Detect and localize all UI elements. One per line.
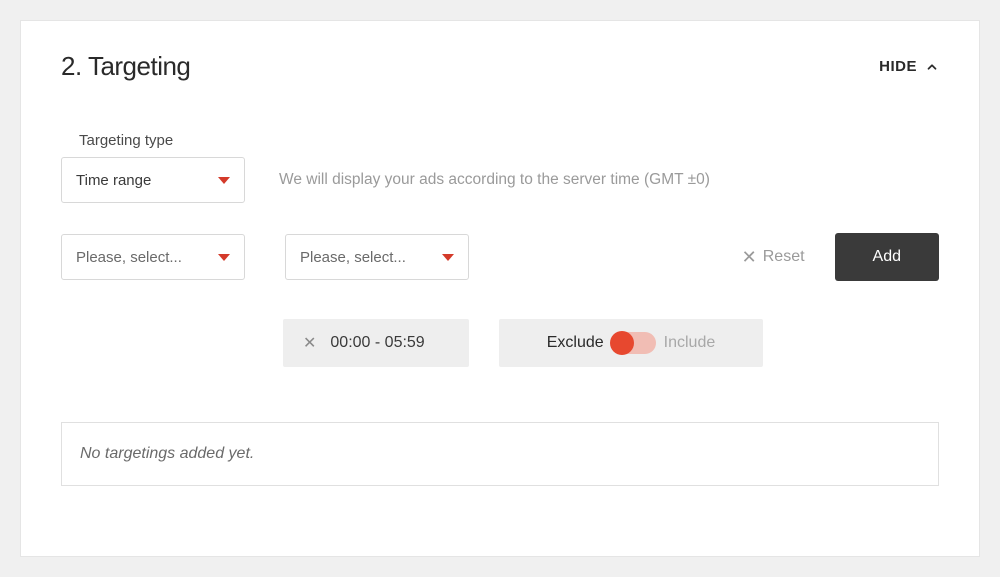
hide-button[interactable]: HIDE	[879, 58, 939, 75]
targeting-type-label: Targeting type	[61, 132, 939, 149]
targeting-type-value: Time range	[76, 172, 151, 189]
caret-down-icon	[442, 254, 454, 261]
exclude-include-toggle: Exclude Include	[499, 319, 763, 367]
time-select-row: Please, select... Please, select... ✕ Re…	[61, 233, 939, 281]
reset-button[interactable]: ✕ Reset	[742, 248, 805, 266]
targeting-type-row: Time range We will display your ads acco…	[61, 157, 939, 203]
section-title: 2. Targeting	[61, 51, 190, 82]
add-button[interactable]: Add	[835, 233, 939, 281]
chevron-up-icon	[925, 60, 939, 74]
include-label: Include	[664, 334, 716, 352]
reset-label: Reset	[763, 248, 805, 266]
toggle-switch[interactable]	[612, 332, 656, 354]
card-header: 2. Targeting HIDE	[61, 51, 939, 82]
remove-chip-icon[interactable]: ✕	[303, 333, 316, 353]
targeting-type-select[interactable]: Time range	[61, 157, 245, 203]
to-time-select[interactable]: Please, select...	[285, 234, 469, 280]
hide-label: HIDE	[879, 58, 917, 75]
to-time-placeholder: Please, select...	[300, 249, 406, 266]
from-time-select[interactable]: Please, select...	[61, 234, 245, 280]
empty-state: No targetings added yet.	[61, 422, 939, 486]
time-range-chip: ✕ 00:00 - 05:59	[283, 319, 469, 367]
selects-group: Please, select... Please, select...	[61, 234, 469, 280]
toggle-knob	[610, 331, 634, 355]
exclude-label: Exclude	[547, 334, 604, 352]
close-icon: ✕	[742, 248, 757, 266]
time-range-value: 00:00 - 05:59	[330, 334, 424, 352]
from-time-placeholder: Please, select...	[76, 249, 182, 266]
caret-down-icon	[218, 254, 230, 261]
caret-down-icon	[218, 177, 230, 184]
chips-row: ✕ 00:00 - 05:59 Exclude Include	[283, 319, 939, 367]
right-actions: ✕ Reset Add	[742, 233, 939, 281]
targeting-type-hint: We will display your ads according to th…	[279, 171, 710, 189]
targeting-card: 2. Targeting HIDE Targeting type Time ra…	[20, 20, 980, 557]
